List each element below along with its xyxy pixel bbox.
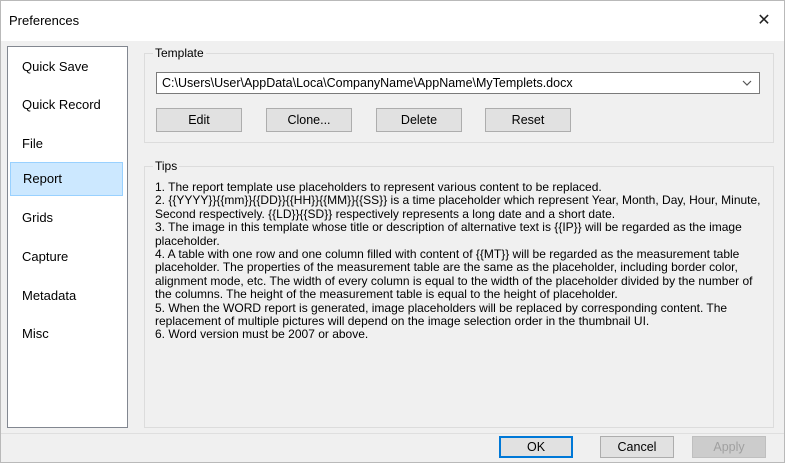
sidebar-item-metadata[interactable]: Metadata (10, 279, 123, 313)
tips-group: Tips 1. The report template use placehol… (144, 159, 774, 428)
sidebar-item-capture[interactable]: Capture (10, 240, 123, 274)
tips-text: 1. The report template use placeholders … (155, 180, 761, 342)
sidebar-item-misc[interactable]: Misc (10, 317, 123, 351)
close-icon: ✕ (757, 12, 771, 29)
sidebar-item-quick-save[interactable]: Quick Save (10, 50, 123, 84)
template-group-label: Template (153, 46, 206, 60)
edit-button[interactable]: Edit (156, 108, 242, 132)
sidebar-item-grids[interactable]: Grids (10, 201, 123, 235)
category-list: Quick Save Quick Record File Report Grid… (7, 46, 128, 428)
preferences-window: Preferences ✕ Quick Save Quick Record Fi… (0, 0, 785, 463)
window-title: Preferences (9, 13, 80, 28)
template-path-value: C:\Users\User\AppData\Loca\CompanyName\A… (162, 76, 573, 90)
template-group: Template C:\Users\User\AppData\Loca\Comp… (144, 46, 774, 143)
clone-button[interactable]: Clone... (266, 108, 352, 132)
tips-group-label: Tips (153, 159, 180, 173)
apply-button[interactable]: Apply (692, 436, 766, 458)
sidebar-item-file[interactable]: File (10, 127, 123, 161)
title-bar: Preferences ✕ (1, 1, 784, 41)
close-button[interactable]: ✕ (750, 7, 778, 35)
delete-button[interactable]: Delete (376, 108, 462, 132)
chevron-down-icon (739, 75, 755, 91)
footer-divider (1, 433, 784, 434)
reset-button[interactable]: Reset (485, 108, 571, 132)
ok-button[interactable]: OK (499, 436, 573, 458)
sidebar-item-quick-record[interactable]: Quick Record (10, 88, 123, 122)
cancel-button[interactable]: Cancel (600, 436, 674, 458)
sidebar-item-report[interactable]: Report (10, 162, 123, 196)
template-path-select[interactable]: C:\Users\User\AppData\Loca\CompanyName\A… (156, 72, 760, 94)
